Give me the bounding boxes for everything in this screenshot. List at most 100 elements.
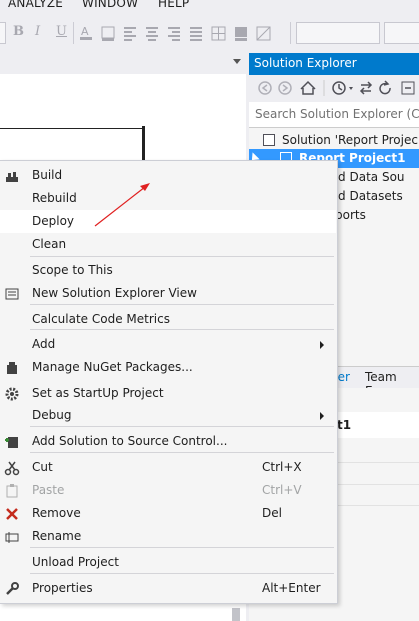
solution-icon (263, 134, 275, 146)
menu-item-label: Calculate Code Metrics (32, 312, 170, 326)
align-left-icon (124, 27, 136, 41)
menu-item-label: Manage NuGet Packages... (32, 360, 193, 374)
menu-item-shortcut: Del (262, 506, 282, 520)
menu-item-label: Cut (32, 460, 53, 474)
menu-item-add-solution-to-source-control[interactable]: Add Solution to Source Control... (0, 430, 336, 453)
menu-item-clean[interactable]: Clean (0, 233, 336, 256)
menu-item-label: Unload Project (32, 555, 119, 569)
menu-item-cut[interactable]: Cut Ctrl+X (0, 456, 336, 479)
align-right-icon (168, 27, 180, 41)
menu-bar: ANALYZE WINDOW HELP (0, 0, 419, 14)
menu-item-rebuild[interactable]: Rebuild (0, 187, 336, 210)
tree-item-label: Solution 'Report Projec (282, 133, 418, 147)
menu-separator (30, 573, 334, 574)
border-icon (211, 26, 226, 41)
gear-icon (4, 386, 20, 402)
line-style-icon (256, 26, 271, 41)
wrench-icon (4, 581, 20, 597)
menu-separator (30, 426, 334, 427)
style-combo[interactable] (296, 22, 380, 44)
menu-item-new-solution-explorer-view[interactable]: New Solution Explorer View (0, 282, 336, 305)
toolbar: B I U A (0, 14, 419, 48)
menu-item-label: New Solution Explorer View (32, 286, 197, 300)
menu-item-label: Debug (32, 408, 72, 422)
menu-item-shortcut: Ctrl+V (262, 483, 302, 497)
menu-item-label: Add Solution to Source Control... (32, 434, 228, 448)
toolbar-separator (290, 22, 291, 44)
tree-item-label: ports (335, 208, 366, 222)
menu-item-label: Paste (32, 483, 65, 497)
toolbar-icons: A (80, 25, 271, 41)
new-view-icon (4, 286, 20, 302)
nuget-icon (4, 360, 20, 376)
underline-button[interactable]: U (56, 24, 67, 39)
document-tab-strip (0, 52, 246, 75)
submenu-arrow-icon (320, 341, 324, 349)
justify-icon (190, 27, 202, 41)
menu-item-shortcut: Ctrl+X (262, 460, 302, 474)
menu-help[interactable]: HELP (158, 0, 189, 10)
remove-icon (4, 506, 20, 522)
search-placeholder: Search Solution Explorer (Ct (255, 107, 419, 121)
size-combo[interactable] (384, 22, 419, 44)
submenu-arrow-icon (320, 412, 324, 420)
rename-icon (4, 529, 20, 545)
menu-separator (30, 256, 334, 257)
svg-text:A: A (81, 25, 89, 38)
font-color-icon: A (80, 25, 92, 40)
menu-item-calculate-code-metrics[interactable]: Calculate Code Metrics (0, 308, 336, 331)
font-combo[interactable] (0, 22, 6, 44)
vertical-scrollbar-thumb[interactable] (232, 608, 240, 621)
align-center-icon (146, 27, 158, 41)
fill-color-icon (235, 27, 247, 41)
menu-item-scope-to-this[interactable]: Scope to This (0, 259, 336, 282)
tree-item-solution[interactable]: Solution 'Report Projec (249, 131, 419, 150)
menu-separator (30, 304, 334, 305)
menu-item-add[interactable]: Add (0, 333, 336, 356)
menu-analyze[interactable]: ANALYZE (8, 0, 63, 10)
toolbar-separator (73, 22, 74, 44)
refresh-icon (379, 80, 391, 95)
bold-button[interactable]: B (13, 24, 24, 39)
solution-explorer-toolbar-icons (258, 80, 415, 96)
menu-item-debug[interactable]: Debug (0, 404, 336, 427)
menu-item-rename[interactable]: Rename (0, 525, 336, 548)
menu-item-label: Rename (32, 529, 82, 543)
build-icon (4, 168, 20, 184)
menu-item-shortcut: Alt+Enter (262, 581, 321, 595)
menu-item-paste[interactable]: Paste Ctrl+V (0, 479, 336, 502)
back-icon (258, 81, 272, 95)
menu-item-label: Properties (32, 581, 93, 595)
menu-item-label: Set as StartUp Project (32, 386, 164, 400)
menu-item-label: Remove (32, 506, 81, 520)
menu-separator (30, 329, 334, 330)
menu-item-label: Build (32, 168, 63, 182)
menu-item-label: Scope to This (32, 263, 113, 277)
menu-item-set-as-startup-project[interactable]: Set as StartUp Project (0, 382, 336, 405)
menu-item-build[interactable]: Build (0, 164, 336, 187)
menu-item-unload-project[interactable]: Unload Project (0, 551, 336, 574)
menu-separator (30, 547, 334, 548)
menu-separator (30, 452, 334, 453)
highlight-icon (101, 26, 115, 41)
collapse-all-icon (401, 81, 415, 95)
source-control-icon (4, 434, 20, 450)
solution-explorer-title: Solution Explorer (249, 53, 419, 75)
solution-explorer-search-input[interactable]: Search Solution Explorer (Ct (249, 102, 419, 128)
solution-explorer-title-text: Solution Explorer (254, 56, 357, 70)
paste-icon (4, 483, 20, 499)
menu-window[interactable]: WINDOW (82, 0, 138, 10)
menu-item-properties[interactable]: Properties Alt+Enter (0, 577, 336, 600)
pending-changes-filter-icon (332, 81, 346, 95)
menu-item-manage-nuget-packages[interactable]: Manage NuGet Packages... (0, 356, 336, 379)
dropdown-arrow-icon[interactable] (233, 59, 241, 64)
menu-item-remove[interactable]: Remove Del (0, 502, 336, 525)
menu-item-label: Deploy (32, 214, 75, 228)
menu-item-label: Rebuild (32, 191, 77, 205)
italic-button[interactable]: I (35, 24, 40, 39)
menu-item-deploy[interactable]: Deploy (0, 210, 336, 233)
solution-explorer-toolbar (249, 75, 419, 101)
home-icon (300, 80, 316, 95)
context-menu: Build Rebuild Deploy Clean Scope to This New … (0, 160, 338, 604)
forward-icon (278, 81, 292, 95)
